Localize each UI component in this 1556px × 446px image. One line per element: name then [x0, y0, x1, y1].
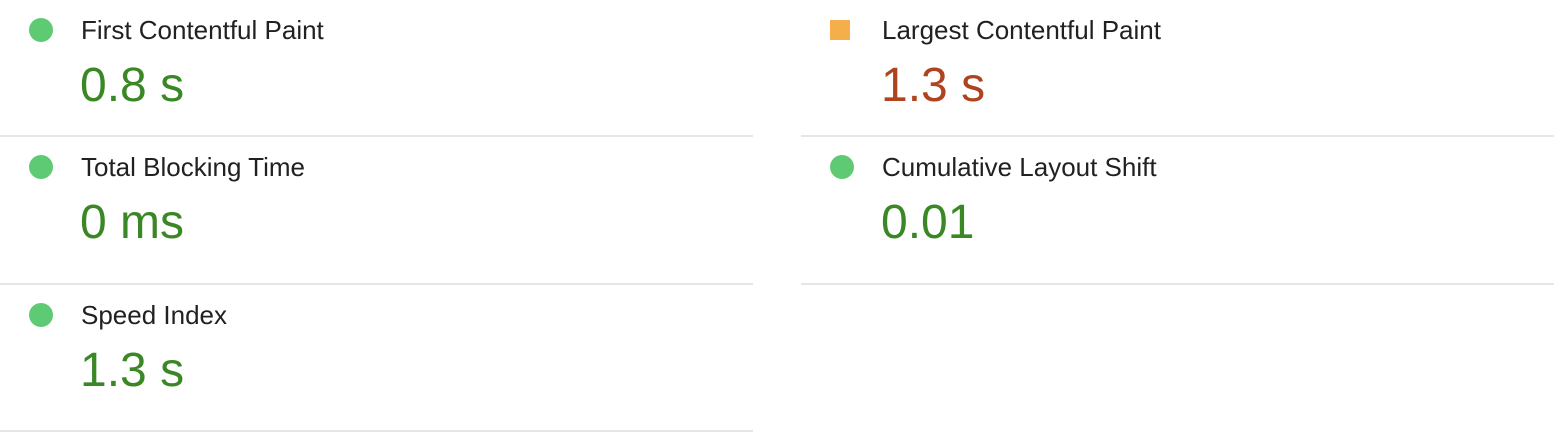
metric-value: 0.01: [881, 196, 975, 249]
metric-value: 0 ms: [80, 196, 185, 249]
pass-circle-icon: [29, 155, 53, 179]
metric-label: Total Blocking Time: [81, 152, 305, 182]
metric-label: Largest Contentful Paint: [882, 15, 1161, 45]
metric-largest-contentful-paint: Largest Contentful Paint 1.3 s: [801, 0, 1554, 137]
metric-label: Speed Index: [81, 300, 228, 330]
metric-label: First Contentful Paint: [81, 15, 324, 45]
metric-value: 1.3 s: [881, 59, 986, 112]
pass-circle-icon: [830, 155, 854, 179]
average-square-icon: [830, 20, 850, 40]
pass-circle-icon: [29, 18, 53, 42]
metric-value: 1.3 s: [80, 344, 185, 397]
metric-value: 0.8 s: [80, 59, 185, 112]
metric-total-blocking-time: Total Blocking Time 0 ms: [0, 137, 753, 285]
metric-speed-index: Speed Index 1.3 s: [0, 285, 753, 432]
metric-first-contentful-paint: First Contentful Paint 0.8 s: [0, 0, 753, 137]
metric-label: Cumulative Layout Shift: [882, 152, 1157, 182]
metric-cumulative-layout-shift: Cumulative Layout Shift 0.01: [801, 137, 1554, 285]
pass-circle-icon: [29, 303, 53, 327]
